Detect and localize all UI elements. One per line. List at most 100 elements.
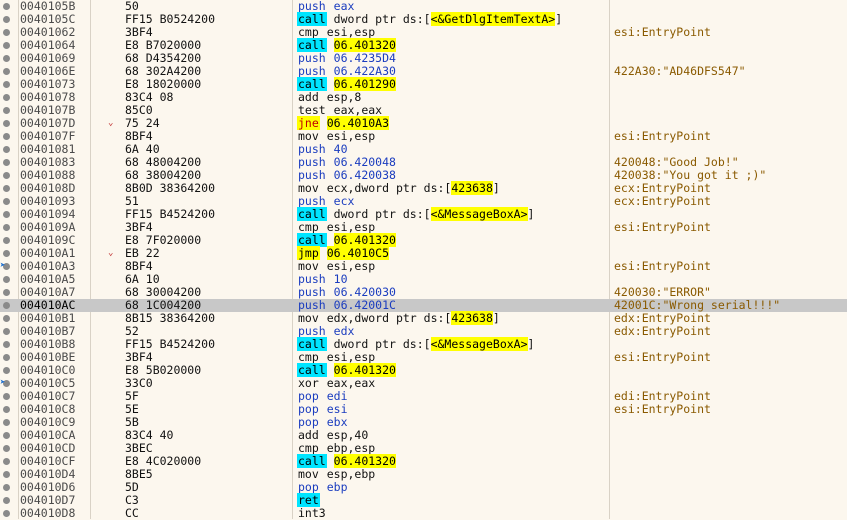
- operand: edx,dword ptr ds:[: [326, 311, 452, 325]
- operand[interactable]: <&GetDlgItemTextA>: [430, 12, 556, 26]
- comment-cell: esi:EntryPoint: [614, 220, 711, 234]
- operand: ]: [492, 181, 500, 195]
- bytes-cell: CC: [125, 506, 139, 520]
- breakpoint-dot-icon[interactable]: [3, 419, 10, 426]
- operand: esi: [326, 402, 348, 416]
- breakpoint-dot-icon[interactable]: [3, 120, 10, 127]
- operand: ebp: [326, 480, 348, 494]
- breakpoint-dot-icon[interactable]: [3, 432, 10, 439]
- mnemonic: push: [298, 285, 326, 299]
- operand: 06.4235D4: [333, 51, 396, 65]
- mnemonic: pop: [298, 415, 319, 429]
- mnemonic: add: [298, 90, 319, 104]
- breakpoint-dot-icon[interactable]: [3, 42, 10, 49]
- comment-cell: esi:EntryPoint: [614, 25, 711, 39]
- breakpoint-dot-icon[interactable]: [3, 406, 10, 413]
- mnemonic: xor: [298, 376, 319, 390]
- mnemonic: cmp: [298, 441, 319, 455]
- breakpoint-dot-icon[interactable]: [3, 29, 10, 36]
- operand[interactable]: 06.401320: [333, 454, 396, 468]
- operand: esi,esp: [326, 25, 376, 39]
- operand: esi,esp: [326, 220, 376, 234]
- breakpoint-dot-icon[interactable]: [3, 458, 10, 465]
- operand[interactable]: 423638: [451, 311, 493, 325]
- breakpoint-dot-icon[interactable]: [3, 172, 10, 179]
- mnemonic: int3: [298, 506, 326, 520]
- mnemonic: mov: [298, 467, 319, 481]
- operand: edi: [326, 389, 348, 403]
- breakpoint-dot-icon[interactable]: [3, 328, 10, 335]
- disassembly-view[interactable]: 0040105B 50 push eax 0040105C FF15 B0524200 c…: [0, 0, 847, 520]
- breakpoint-dot-icon[interactable]: [3, 393, 10, 400]
- operand[interactable]: <&MessageBoxA>: [430, 207, 528, 221]
- breakpoint-dot-icon[interactable]: [3, 445, 10, 452]
- breakpoint-dot-icon[interactable]: [3, 484, 10, 491]
- breakpoint-dot-icon[interactable]: [3, 159, 10, 166]
- breakpoint-dot-icon[interactable]: [3, 68, 10, 75]
- comment-cell: esi:EntryPoint: [614, 259, 711, 273]
- operand: esp,ebp: [326, 467, 376, 481]
- operand[interactable]: <&MessageBoxA>: [430, 337, 528, 351]
- address-cell[interactable]: 004010D8: [20, 507, 75, 520]
- breakpoint-dot-icon[interactable]: [3, 341, 10, 348]
- breakpoint-dot-icon[interactable]: [3, 250, 10, 257]
- mnemonic: call: [297, 77, 327, 91]
- mnemonic: push: [298, 51, 326, 65]
- breakpoint-dot-icon[interactable]: [3, 133, 10, 140]
- operand: 06.42001C: [333, 298, 396, 312]
- mnemonic: call: [297, 337, 327, 351]
- breakpoint-dot-icon[interactable]: [3, 81, 10, 88]
- operand[interactable]: 06.401320: [333, 38, 396, 52]
- instruction-cell[interactable]: int3: [297, 507, 327, 520]
- comment-cell: 422A30:"AD46DFS547": [614, 64, 746, 78]
- operand: eax,eax: [333, 103, 383, 117]
- operand: edx: [333, 324, 355, 338]
- breakpoint-dot-icon[interactable]: [3, 237, 10, 244]
- operand[interactable]: 06.401320: [333, 363, 396, 377]
- operand[interactable]: 06.4010A3: [326, 116, 390, 130]
- jump-arrow-down-icon: ⌄: [108, 118, 114, 128]
- breakpoint-dot-icon[interactable]: [3, 107, 10, 114]
- mnemonic: push: [298, 324, 326, 338]
- breakpoint-dot-icon[interactable]: [3, 276, 10, 283]
- instruction-row[interactable]: 004010D8 CC int3: [0, 507, 847, 520]
- breakpoint-dot-icon[interactable]: [3, 55, 10, 62]
- mnemonic: jmp: [297, 246, 320, 260]
- breakpoint-dot-icon[interactable]: [3, 510, 10, 517]
- breakpoint-dot-icon[interactable]: [3, 354, 10, 361]
- breakpoint-dot-icon[interactable]: [3, 302, 10, 309]
- operand[interactable]: 06.4010C5: [326, 246, 390, 260]
- breakpoint-dot-icon[interactable]: [3, 497, 10, 504]
- operand: 40: [333, 142, 348, 156]
- mnemonic: cmp: [298, 220, 319, 234]
- breakpoint-dot-icon[interactable]: [3, 224, 10, 231]
- operand: ]: [527, 337, 535, 351]
- jump-arrow-down-icon: ⌄: [108, 248, 114, 258]
- comment-cell: ecx:EntryPoint: [614, 194, 711, 208]
- breakpoint-dot-icon[interactable]: [3, 211, 10, 218]
- operand: ecx: [333, 194, 355, 208]
- mnemonic: push: [298, 194, 326, 208]
- mnemonic: call: [297, 207, 327, 221]
- breakpoint-dot-icon[interactable]: [3, 367, 10, 374]
- operand: esi,esp: [326, 259, 376, 273]
- mnemonic: cmp: [298, 25, 319, 39]
- breakpoint-dot-icon[interactable]: [3, 16, 10, 23]
- operand[interactable]: 06.401290: [333, 77, 396, 91]
- breakpoint-dot-icon[interactable]: [3, 315, 10, 322]
- comment-cell: edx:EntryPoint: [614, 324, 711, 338]
- mnemonic: push: [298, 168, 326, 182]
- mnemonic: pop: [298, 389, 319, 403]
- breakpoint-dot-icon[interactable]: [3, 289, 10, 296]
- mnemonic: push: [298, 298, 326, 312]
- breakpoint-dot-icon[interactable]: [3, 94, 10, 101]
- breakpoint-dot-icon[interactable]: [3, 198, 10, 205]
- breakpoint-dot-icon[interactable]: [3, 146, 10, 153]
- operand[interactable]: 423638: [451, 181, 493, 195]
- breakpoint-dot-icon[interactable]: [3, 471, 10, 478]
- comment-cell: esi:EntryPoint: [614, 350, 711, 364]
- breakpoint-dot-icon[interactable]: [3, 185, 10, 192]
- operand[interactable]: 06.401320: [333, 233, 396, 247]
- operand: eax,eax: [326, 376, 376, 390]
- breakpoint-dot-icon[interactable]: [3, 3, 10, 10]
